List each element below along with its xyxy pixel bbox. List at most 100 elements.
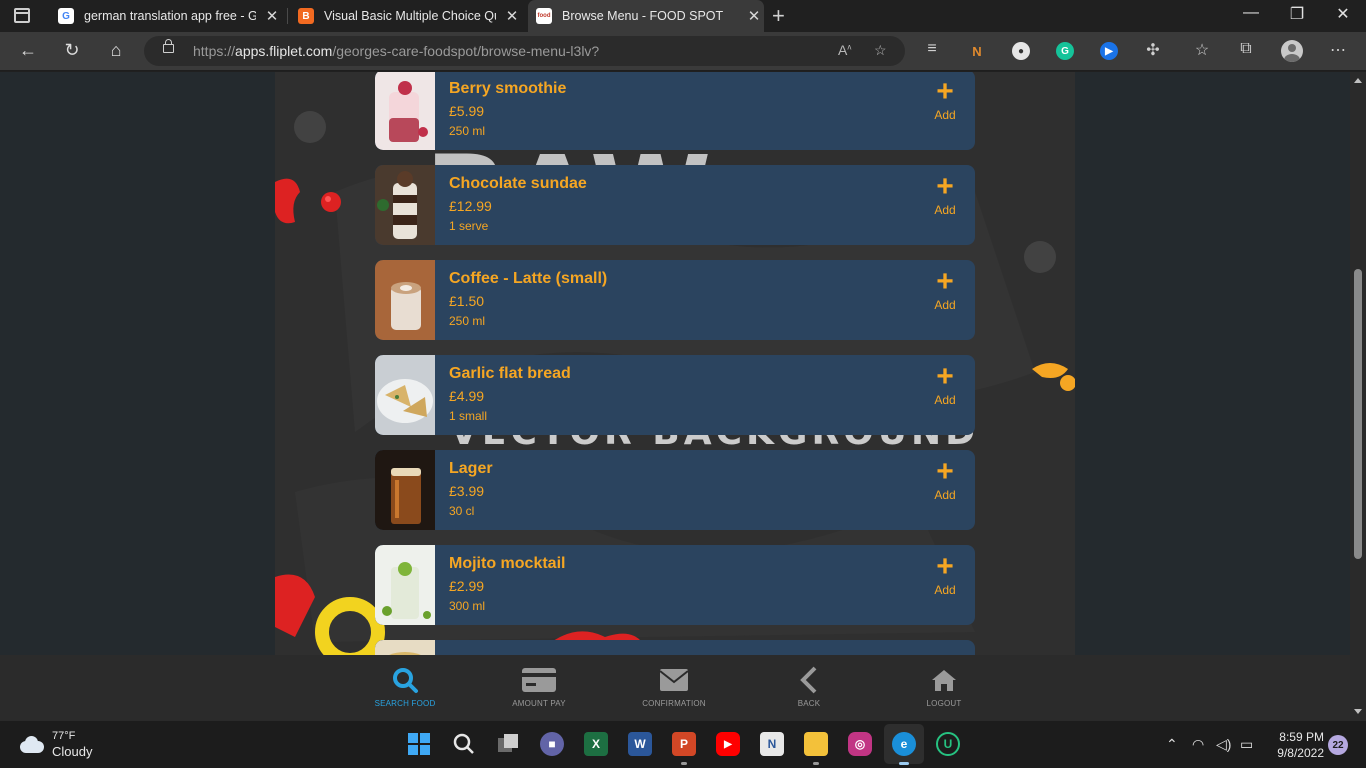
menu-item-coffee-latte[interactable]: Coffee - Latte (small) £1.50 250 ml + Ad…: [375, 260, 975, 340]
address-bar-row: ← ↻ ⌂ https://apps.fliplet.com/georges-c…: [0, 32, 1366, 71]
running-indicator: [681, 762, 687, 765]
menu-item-garlic-flat-bread[interactable]: Garlic flat bread £4.99 1 small + Add: [375, 355, 975, 435]
credit-card-icon: [489, 665, 589, 695]
tab-google-translate[interactable]: G german translation app free - Go ✕: [54, 0, 282, 32]
add-button[interactable]: + Add: [915, 552, 975, 603]
item-size: 300 ml: [449, 599, 486, 613]
add-button[interactable]: + Add: [915, 457, 975, 508]
add-button[interactable]: + Add: [915, 75, 975, 128]
volume-icon[interactable]: ◁): [1216, 736, 1231, 753]
tab-title: Visual Basic Multiple Choice Que: [324, 9, 496, 23]
lager-image: [375, 450, 435, 530]
home-icon[interactable]: ⌂: [104, 40, 128, 61]
back-arrow-icon[interactable]: ←: [16, 40, 40, 61]
file-explorer-icon[interactable]: [804, 732, 828, 756]
item-size: 30 cl: [449, 504, 475, 518]
tab-visual-basic[interactable]: B Visual Basic Multiple Choice Que ✕: [294, 0, 522, 32]
extension-icon[interactable]: ●: [1012, 42, 1030, 60]
url-text[interactable]: https://apps.fliplet.com/georges-care-fo…: [193, 43, 599, 59]
tab-browse-menu[interactable]: food Browse Menu - FOOD SPOT ✕: [528, 0, 764, 32]
menu-item-lager[interactable]: Lager £3.99 30 cl + Add: [375, 450, 975, 530]
instagram-icon[interactable]: ◎: [848, 732, 872, 756]
item-name: Coffee - Latte (small): [449, 270, 608, 287]
clock-date: 9/8/2022: [1277, 746, 1324, 760]
tab-title: german translation app free - Go: [84, 9, 256, 23]
screencast-extension-icon[interactable]: ▶: [1100, 42, 1118, 60]
menu-item-chocolate-sundae[interactable]: Chocolate sundae £12.99 1 serve + Add: [375, 165, 975, 245]
restore-icon[interactable]: ❐: [1274, 4, 1320, 24]
wifi-icon[interactable]: ◠: [1192, 736, 1204, 753]
nav-label: BACK: [797, 699, 821, 708]
read-aloud-icon[interactable]: Aʌ: [838, 42, 851, 58]
task-view-icon[interactable]: [496, 732, 520, 756]
powerpoint-icon[interactable]: P: [672, 732, 696, 756]
minimize-icon[interactable]: —: [1228, 4, 1274, 22]
clock-time: 8:59 PM: [1279, 730, 1324, 744]
battery-icon[interactable]: ▭: [1240, 736, 1253, 753]
weather-condition: Cloudy: [52, 744, 93, 759]
menu-item-berry-smoothie[interactable]: Berry smoothie £5.99 250 ml + Add: [375, 72, 975, 150]
teams-chat-icon[interactable]: ■: [540, 732, 564, 756]
add-label: Add: [934, 488, 956, 502]
item-name: Garlic flat bread: [449, 365, 571, 382]
nav-search-food[interactable]: SEARCH FOOD: [355, 665, 455, 708]
item-name: Mojito mocktail: [449, 555, 566, 572]
collections-list-icon[interactable]: ≡: [920, 40, 944, 58]
close-icon[interactable]: ✕: [502, 7, 522, 25]
upwork-icon[interactable]: U: [936, 732, 960, 756]
add-button[interactable]: + Add: [915, 172, 975, 223]
youtube-icon[interactable]: ▶: [716, 732, 740, 756]
add-label: Add: [934, 298, 956, 312]
more-menu-icon[interactable]: ⋯: [1326, 40, 1350, 60]
chevron-left-icon: [759, 665, 859, 695]
windows-start-icon[interactable]: [407, 732, 431, 756]
word-icon[interactable]: W: [628, 732, 652, 756]
nav-back[interactable]: BACK: [759, 665, 859, 708]
system-clock[interactable]: 8:59 PM 9/8/2022: [1268, 729, 1324, 761]
item-price: £4.99: [449, 388, 485, 404]
scroll-down-icon[interactable]: [1354, 709, 1362, 714]
favorites-icon[interactable]: ☆: [1190, 40, 1214, 60]
search-icon[interactable]: [452, 732, 476, 756]
home-icon: [894, 665, 994, 695]
page-scrollbar[interactable]: [1350, 72, 1366, 720]
nav-confirmation[interactable]: CONFIRMATION: [624, 665, 724, 708]
foodspot-icon: food: [536, 8, 552, 24]
news-icon[interactable]: N: [760, 732, 784, 756]
profile-avatar[interactable]: [1281, 40, 1303, 62]
add-button[interactable]: + Add: [915, 362, 975, 413]
add-button[interactable]: + Add: [915, 267, 975, 318]
blogger-icon: B: [298, 8, 314, 24]
nj-extension-icon[interactable]: N: [968, 42, 986, 60]
pepper-ring-decor: [275, 574, 385, 657]
chevron-up-icon[interactable]: ⌃: [1166, 736, 1178, 753]
collections-icon[interactable]: ⧉: [1234, 40, 1258, 58]
nav-label: LOGOUT: [926, 699, 962, 708]
add-label: Add: [934, 583, 956, 597]
address-input[interactable]: https://apps.fliplet.com/georges-care-fo…: [144, 36, 905, 66]
nav-amount-pay[interactable]: AMOUNT PAY: [489, 665, 589, 708]
grammarly-icon[interactable]: G: [1056, 42, 1074, 60]
weather-widget[interactable]: 77°F Cloudy: [16, 729, 92, 759]
chocolate-sundae-image: [375, 165, 435, 245]
menu-item-mojito-mocktail[interactable]: Mojito mocktail £2.99 300 ml + Add: [375, 545, 975, 625]
close-icon[interactable]: ✕: [744, 7, 764, 25]
close-icon[interactable]: ✕: [262, 7, 282, 25]
extensions-puzzle-icon[interactable]: ✣: [1141, 40, 1165, 60]
nav-logout[interactable]: LOGOUT: [894, 665, 994, 708]
coffee-latte-image: [375, 260, 435, 340]
item-price: £5.99: [449, 103, 485, 119]
tab-actions-icon[interactable]: [14, 8, 30, 23]
refresh-icon[interactable]: ↻: [60, 40, 84, 61]
scroll-thumb[interactable]: [1354, 269, 1362, 559]
excel-icon[interactable]: X: [584, 732, 608, 756]
bottom-navigation: SEARCH FOOD AMOUNT PAY CONFIRMATION BACK…: [0, 655, 1350, 720]
notification-badge[interactable]: 22: [1328, 735, 1348, 755]
item-size: 1 serve: [449, 219, 489, 233]
edge-icon[interactable]: e: [892, 732, 916, 756]
close-window-icon[interactable]: ✕: [1320, 4, 1366, 24]
add-favorite-icon[interactable]: ☆: [874, 42, 887, 59]
plus-icon: +: [936, 75, 954, 108]
new-tab-icon[interactable]: +: [772, 3, 785, 29]
scroll-up-icon[interactable]: [1354, 78, 1362, 83]
